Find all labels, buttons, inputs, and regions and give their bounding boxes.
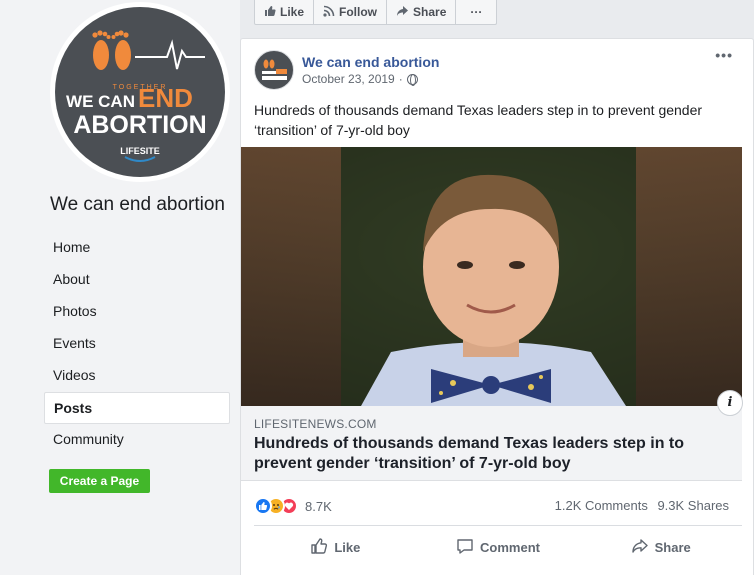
post-author-link[interactable]: We can end abortion (302, 54, 439, 70)
post-actions: Like Comment Share (254, 533, 742, 561)
thumbs-up-icon (310, 537, 328, 558)
page-profile-picture[interactable]: TOGETHER WE CAN END ABORTION LIFESITE (50, 2, 230, 182)
post-stats: 1.2K Comments 9.3K Shares (555, 498, 729, 513)
like-reaction-icon (254, 497, 272, 515)
like-label: Like (334, 539, 361, 555)
more-options-button[interactable]: ··· (456, 0, 496, 24)
sidebar-item-community[interactable]: Community (44, 424, 230, 456)
share-label: Share (654, 539, 691, 555)
create-page-button[interactable]: Create a Page (49, 469, 150, 493)
page-title: We can end abortion (50, 194, 225, 215)
meta-separator: · (398, 72, 403, 86)
reactions-summary[interactable]: 8.7K (254, 496, 332, 516)
post-author-avatar[interactable] (254, 50, 294, 90)
info-icon[interactable]: i (717, 390, 743, 416)
rss-follow-icon (323, 5, 335, 20)
like-page-label: Like (280, 5, 305, 19)
page-action-bar: Like Follow Share ··· (254, 0, 498, 25)
post-card: We can end abortion October 23, 2019 · •… (240, 38, 754, 575)
sidebar-item-events[interactable]: Events (44, 328, 230, 360)
share-page-label: Share (413, 5, 447, 19)
sidebar-item-videos[interactable]: Videos (44, 360, 230, 392)
sidebar-item-photos[interactable]: Photos (44, 296, 230, 328)
link-preview[interactable]: i LIFESITENEWS.COM Hundreds of thousands… (241, 390, 743, 481)
sidebar-item-home[interactable]: Home (44, 232, 230, 264)
sidebar-item-about[interactable]: About (44, 264, 230, 296)
link-title[interactable]: Hundreds of thousands demand Texas leade… (254, 434, 724, 474)
comment-icon (456, 537, 474, 558)
share-arrow-icon (631, 537, 649, 558)
page-nav: Home About Photos Events Videos Posts Co… (44, 232, 230, 456)
page-logo: TOGETHER WE CAN END ABORTION LIFESITE (55, 7, 225, 177)
globe-icon (406, 73, 418, 86)
shares-count[interactable]: 9.3K Shares (657, 498, 729, 513)
logo-text-we-can: WE CAN (66, 92, 135, 111)
like-button[interactable]: Like (254, 533, 417, 561)
post-meta: October 23, 2019 · (302, 72, 418, 86)
post-text: Hundreds of thousands demand Texas leade… (254, 102, 703, 138)
comment-button[interactable]: Comment (417, 533, 580, 561)
post-date[interactable]: October 23, 2019 (302, 72, 395, 86)
follow-page-button[interactable]: Follow (314, 0, 388, 24)
comment-label: Comment (480, 539, 540, 555)
post-options-button[interactable]: ••• (715, 47, 733, 63)
more-dots-icon: ··· (470, 5, 483, 19)
logo-text-abortion: ABORTION (73, 111, 206, 139)
share-page-button[interactable]: Share (387, 0, 457, 24)
logo-text-lifesite: LIFESITE (120, 146, 160, 156)
share-button[interactable]: Share (579, 533, 742, 561)
page-sidebar: TOGETHER WE CAN END ABORTION LIFESITE We… (0, 0, 240, 575)
comments-count[interactable]: 1.2K Comments (555, 498, 648, 513)
reactions-count: 8.7K (305, 498, 332, 514)
link-preview-image[interactable] (241, 147, 742, 406)
link-domain: LIFESITENEWS.COM (254, 417, 377, 431)
thumbs-up-icon (264, 5, 276, 20)
logo-text-end: END (138, 83, 193, 113)
follow-page-label: Follow (339, 5, 378, 19)
post-divider (254, 525, 742, 526)
sidebar-item-posts[interactable]: Posts (44, 392, 230, 424)
share-arrow-icon (396, 5, 409, 20)
like-page-button[interactable]: Like (255, 0, 315, 24)
